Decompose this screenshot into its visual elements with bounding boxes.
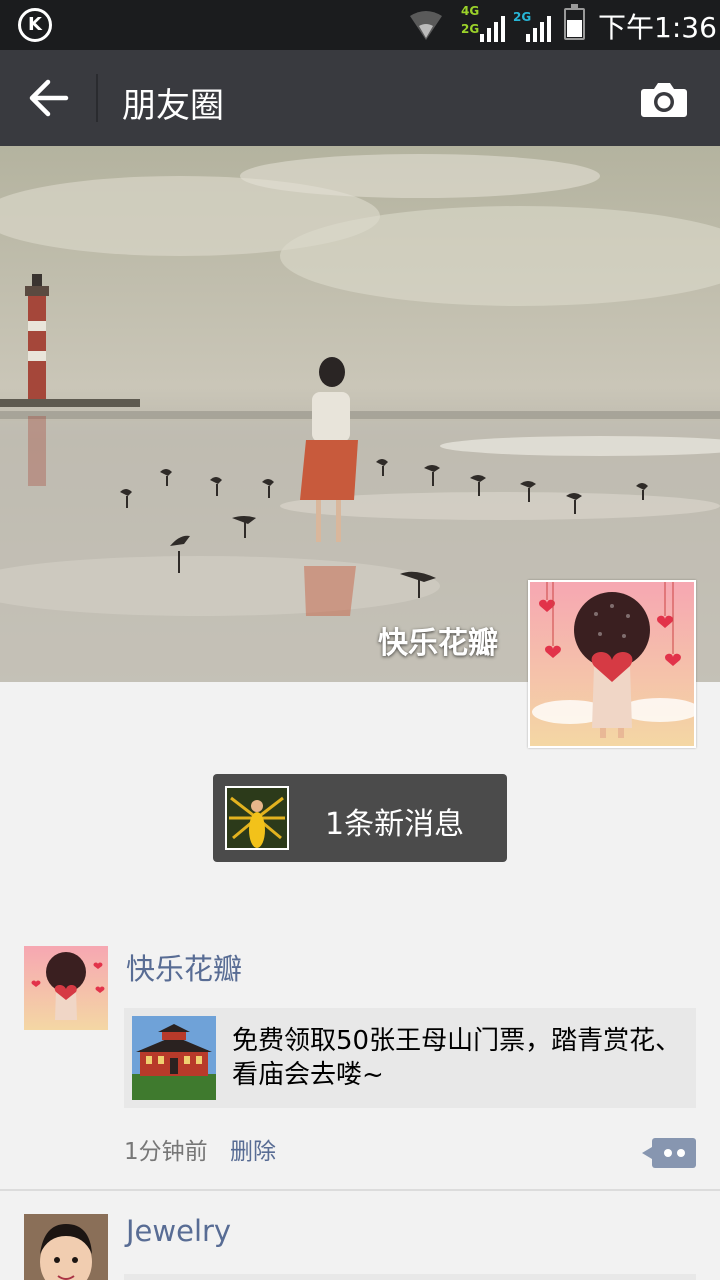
shared-link-title: 免费领取50张王母山门票，踏青赏花、看庙会去喽~	[232, 1026, 682, 1090]
delete-link[interactable]: 删除	[230, 1132, 276, 1166]
post-avatar[interactable]	[24, 1214, 108, 1280]
back-arrow-icon[interactable]	[28, 78, 72, 118]
signal-icon	[480, 14, 508, 42]
new-message-avatar	[225, 786, 289, 850]
status-bar: K 4G 2G 2G 下午1:36	[0, 0, 720, 50]
network-4g-label: 4G	[461, 4, 480, 18]
battery-icon	[564, 4, 585, 40]
post-avatar[interactable]	[24, 946, 108, 1030]
cover-user-name[interactable]: 快乐花瓣	[378, 618, 498, 662]
page-title: 朋友圈	[122, 86, 224, 126]
network-2g-label: 2G	[461, 22, 480, 36]
post-timestamp: 1分钟前	[124, 1139, 208, 1165]
nav-divider	[96, 74, 98, 122]
status-time: 下午1:36	[598, 11, 717, 44]
profile-avatar[interactable]	[528, 580, 700, 748]
shared-link-thumbnail	[132, 1016, 216, 1100]
moment-post: Jewelry	[0, 1214, 720, 1280]
post-author-name[interactable]: 快乐花瓣	[126, 946, 242, 988]
k-logo-icon: K	[18, 8, 52, 42]
moment-post: 快乐花瓣 免费领取50张王母山门票，踏青赏花、看庙会去喽~ 1分钟前 删除	[0, 946, 720, 1186]
shared-link-card[interactable]: 免费领取50张王母山门票，踏青赏花、看庙会去喽~	[124, 1008, 696, 1108]
signal-icon-2	[524, 14, 554, 42]
post-author-name[interactable]: Jewelry	[126, 1214, 231, 1248]
shared-link-card[interactable]	[124, 1274, 696, 1280]
nav-bar: 朋友圈	[0, 50, 720, 146]
comment-icon[interactable]	[642, 1138, 696, 1168]
new-message-label: 1条新消息	[325, 807, 465, 842]
camera-icon[interactable]	[640, 80, 688, 118]
post-divider	[0, 1189, 720, 1191]
new-message-notice[interactable]: 1条新消息	[213, 774, 507, 862]
wifi-icon	[410, 11, 442, 40]
